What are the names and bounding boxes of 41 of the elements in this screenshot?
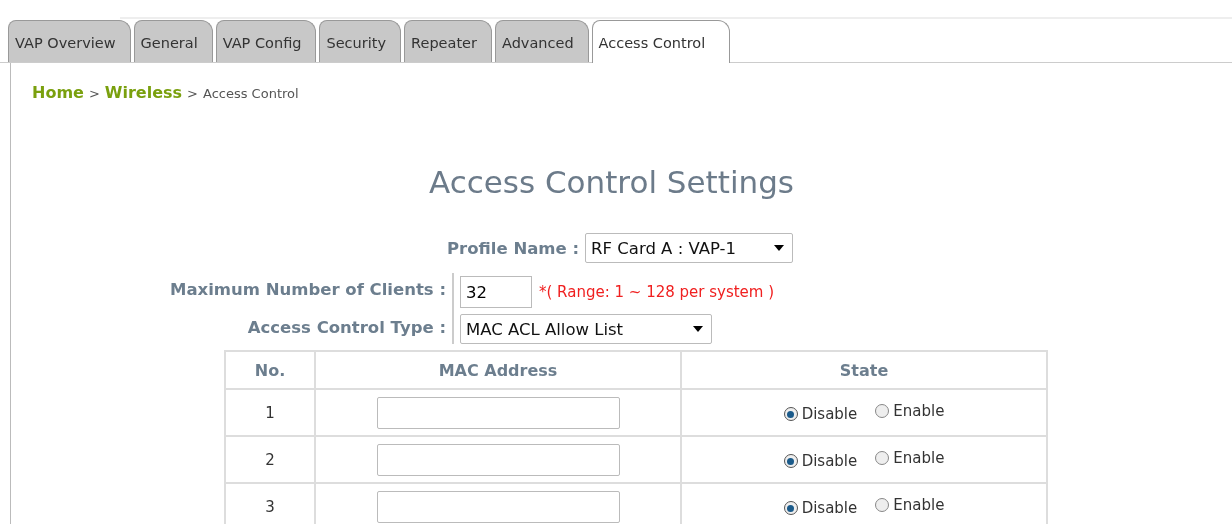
field-label: Access Control Type : <box>247 318 446 337</box>
tab[interactable]: Advanced <box>494 20 589 62</box>
max-clients-field[interactable]: 32 <box>460 276 532 308</box>
table-cell: 1 <box>225 389 315 436</box>
radio-button[interactable] <box>783 407 798 422</box>
radio-label: Enable <box>893 448 945 467</box>
tab[interactable]: General <box>133 20 213 62</box>
mac-address-field[interactable] <box>376 443 620 476</box>
access-type-dropdown[interactable]: MAC ACL Allow List <box>460 314 712 344</box>
page-title: Access Control Settings <box>427 164 795 200</box>
tab[interactable]: Access Control <box>591 20 731 63</box>
radio-label: Enable <box>893 401 945 420</box>
caret-icon <box>774 245 785 251</box>
radio-label: Enable <box>893 495 945 514</box>
tab[interactable]: Repeater <box>404 20 492 62</box>
column-header: No. <box>225 351 315 389</box>
breadcrumb-current: Access Control <box>203 86 299 101</box>
radio-button[interactable] <box>875 450 890 465</box>
radio-label: Disable <box>801 405 858 424</box>
table-cell: 3 <box>225 483 315 524</box>
radio-button[interactable] <box>783 454 798 469</box>
column-header: State <box>681 351 1047 389</box>
tab[interactable]: VAP Overview <box>8 20 131 62</box>
profile-dropdown[interactable]: RF Card A : VAP-1 <box>585 233 794 263</box>
field-label: Profile Name : <box>447 238 580 258</box>
field-label: Maximum Number of Clients : <box>169 280 446 299</box>
caret-icon <box>693 326 703 332</box>
mac-address-field[interactable] <box>376 490 620 523</box>
radio-label: Disable <box>801 499 858 518</box>
radio-button[interactable] <box>875 403 890 418</box>
breadcrumb-separator: > <box>187 86 198 101</box>
range-hint: *( Range: 1 ~ 128 per system ) <box>539 283 775 301</box>
radio-button[interactable] <box>875 497 890 512</box>
breadcrumb-separator: > <box>88 86 100 101</box>
table-cell: 2 <box>225 436 315 483</box>
mac-address-field[interactable] <box>376 396 620 429</box>
tab[interactable]: Security <box>319 20 402 62</box>
radio-button[interactable] <box>783 501 798 516</box>
tab[interactable]: VAP Config <box>215 20 317 62</box>
column-header: MAC Address <box>315 351 681 389</box>
radio-label: Disable <box>801 452 858 471</box>
